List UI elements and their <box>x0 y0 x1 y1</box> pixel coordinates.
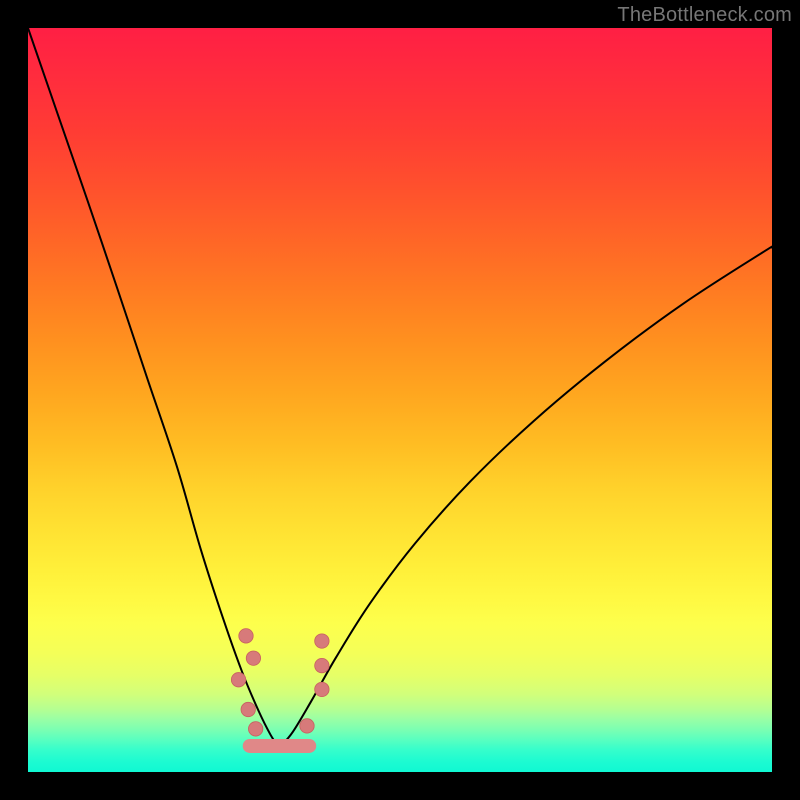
data-marker-2 <box>231 673 245 687</box>
data-marker-5 <box>315 634 329 648</box>
data-marker-6 <box>315 658 329 672</box>
watermark: TheBottleneck.com <box>617 4 792 27</box>
curve-layer <box>28 28 772 772</box>
data-marker-1 <box>246 651 260 665</box>
data-marker-8 <box>300 719 314 733</box>
bottleneck-curve <box>28 28 772 746</box>
data-marker-7 <box>315 682 329 696</box>
plot-area <box>28 28 772 772</box>
data-marker-0 <box>239 629 253 643</box>
data-marker-4 <box>248 722 262 736</box>
data-marker-3 <box>241 702 255 716</box>
